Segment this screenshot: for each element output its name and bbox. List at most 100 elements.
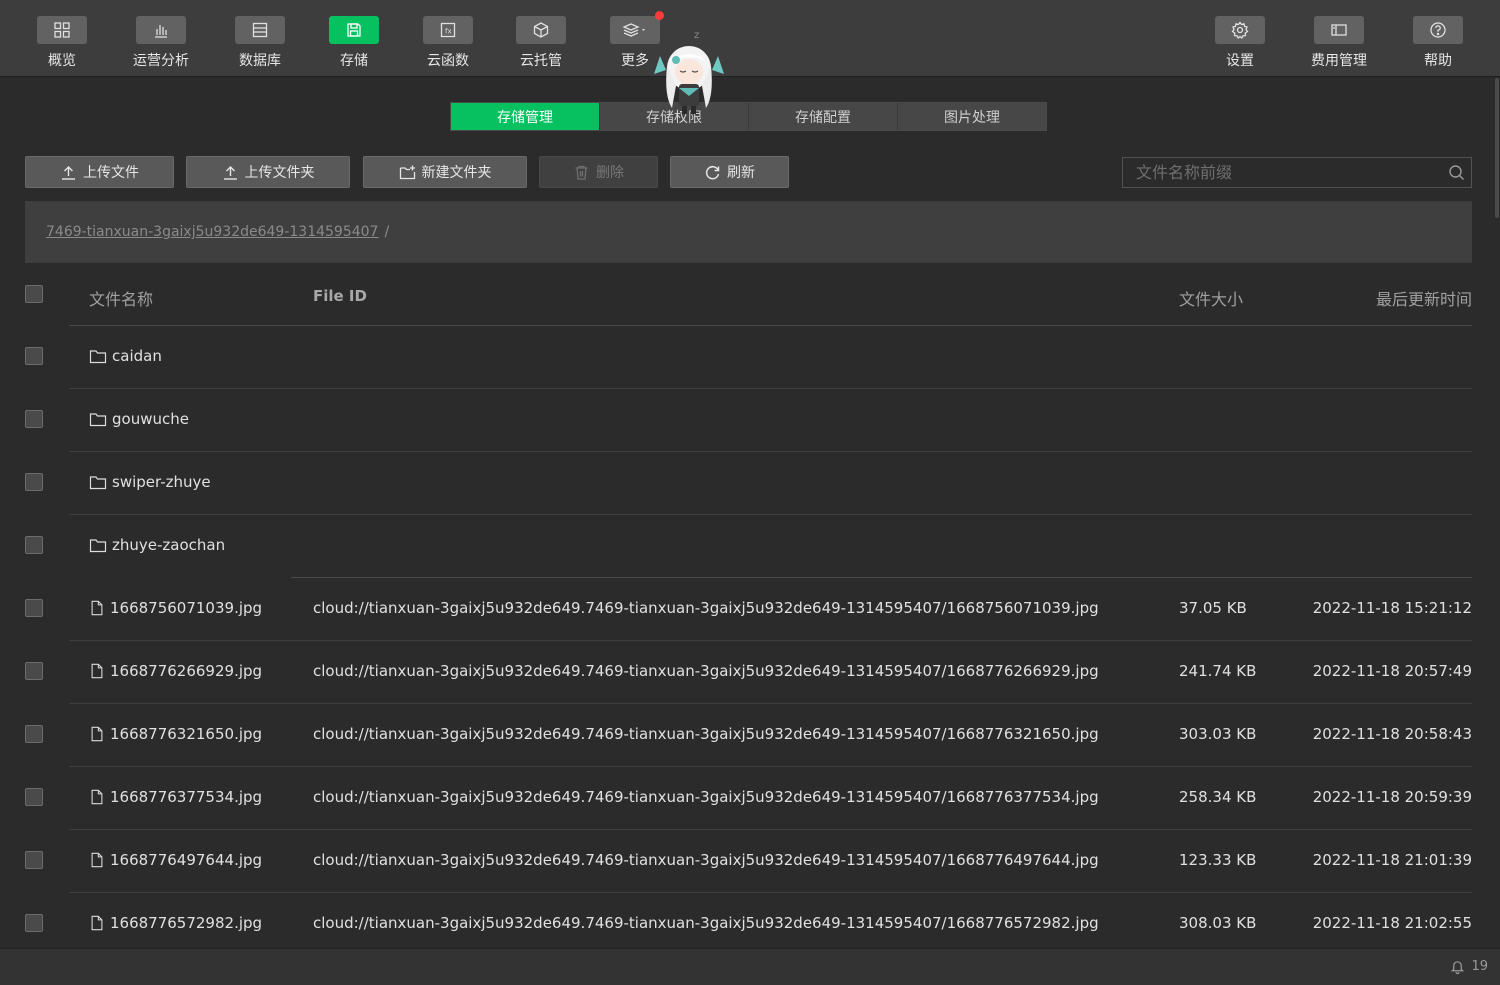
- file-updated-time: 2022-11-18 21:01:39: [1312, 851, 1472, 869]
- toolbar-analytics[interactable]: 运营分析: [116, 16, 206, 72]
- row-checkbox[interactable]: [25, 788, 43, 806]
- file-updated-time: 2022-11-18 20:57:49: [1312, 662, 1472, 680]
- row-checkbox[interactable]: [25, 851, 43, 869]
- folder-name[interactable]: swiper-zhuye: [112, 473, 211, 491]
- file-name[interactable]: 1668756071039.jpg: [110, 599, 262, 617]
- refresh-label: 刷新: [727, 165, 755, 181]
- search-input[interactable]: [1123, 158, 1441, 187]
- table-row[interactable]: zhuye-zaochan: [25, 515, 1472, 578]
- toolbar-overview[interactable]: 概览: [17, 16, 107, 72]
- file-name[interactable]: 1668776377534.jpg: [110, 788, 262, 806]
- toolbar-label: 云函数: [427, 53, 469, 69]
- row-checkbox[interactable]: [25, 662, 43, 680]
- file-name[interactable]: 1668776497644.jpg: [110, 851, 262, 869]
- toolbar-cloud-hosting[interactable]: 云托管: [496, 16, 586, 72]
- file-size: 37.05 KB: [1179, 599, 1247, 617]
- bell-icon: [1451, 961, 1465, 974]
- toolbar-help[interactable]: 帮助: [1393, 16, 1483, 72]
- file-size: 258.34 KB: [1179, 788, 1257, 806]
- table-row[interactable]: 1668776266929.jpg cloud://tianxuan-3gaix…: [25, 641, 1472, 704]
- folder-icon: [89, 350, 107, 364]
- row-checkbox[interactable]: [25, 599, 43, 617]
- file-name[interactable]: 1668776572982.jpg: [110, 914, 262, 932]
- new-folder-icon: [399, 165, 415, 179]
- file-name-cell: 1668776572982.jpg: [89, 914, 262, 932]
- delete-button[interactable]: 删除: [539, 156, 658, 188]
- file-name-cell: caidan: [89, 347, 162, 365]
- file-name-cell: zhuye-zaochan: [89, 536, 225, 554]
- file-updated-time: 2022-11-18 15:21:12: [1312, 599, 1472, 617]
- row-checkbox[interactable]: [25, 473, 43, 491]
- cube-icon: [516, 16, 566, 44]
- svg-text:z: z: [694, 30, 699, 41]
- search-icon[interactable]: [1441, 164, 1471, 181]
- file-updated-time: 2022-11-18 21:02:55: [1312, 914, 1472, 932]
- file-name-cell: 1668776266929.jpg: [89, 662, 262, 680]
- toolbar-label: 费用管理: [1311, 53, 1367, 69]
- folder-icon: [89, 413, 107, 427]
- function-icon: fx: [423, 16, 473, 44]
- delete-label: 删除: [596, 165, 624, 181]
- grid-icon: [37, 16, 87, 44]
- file-id: cloud://tianxuan-3gaixj5u932de649.7469-t…: [313, 599, 1099, 617]
- trash-icon: [575, 165, 588, 180]
- folder-name[interactable]: gouwuche: [112, 410, 189, 428]
- row-checkbox[interactable]: [25, 410, 43, 428]
- header-file-name: 文件名称: [89, 290, 154, 309]
- toolbar-database[interactable]: 数据库: [215, 16, 305, 72]
- new-folder-button[interactable]: 新建文件夹: [363, 156, 527, 188]
- header-file-id: File ID: [313, 287, 367, 305]
- table-row[interactable]: 1668756071039.jpg cloud://tianxuan-3gaix…: [25, 578, 1472, 641]
- header-updated-time: 最后更新时间: [1375, 290, 1472, 309]
- tab-storage-config[interactable]: 存储配置: [749, 103, 898, 130]
- select-all-checkbox[interactable]: [25, 285, 43, 303]
- upload-folder-button[interactable]: 上传文件夹: [186, 156, 350, 188]
- breadcrumb: 7469-tianxuan-3gaixj5u932de649-131459540…: [25, 201, 1472, 263]
- row-checkbox[interactable]: [25, 914, 43, 932]
- file-name[interactable]: 1668776321650.jpg: [110, 725, 262, 743]
- gear-icon: [1215, 16, 1265, 44]
- upload-icon: [62, 165, 75, 180]
- folder-icon: [89, 476, 107, 490]
- toolbar-settings[interactable]: 设置: [1195, 16, 1285, 72]
- file-icon: [91, 726, 103, 742]
- table-row[interactable]: gouwuche: [25, 389, 1472, 452]
- table-row[interactable]: swiper-zhuye: [25, 452, 1472, 515]
- upload-file-button[interactable]: 上传文件: [25, 156, 174, 188]
- help-icon: [1413, 16, 1463, 44]
- table-row[interactable]: 1668776497644.jpg cloud://tianxuan-3gaix…: [25, 830, 1472, 893]
- row-checkbox[interactable]: [25, 725, 43, 743]
- notifications-button[interactable]: 19: [1450, 959, 1488, 974]
- breadcrumb-root[interactable]: 7469-tianxuan-3gaixj5u932de649-131459540…: [46, 224, 378, 240]
- table-row[interactable]: 1668776377534.jpg cloud://tianxuan-3gaix…: [25, 767, 1472, 830]
- file-icon: [91, 663, 103, 679]
- tab-image-processing[interactable]: 图片处理: [898, 103, 1046, 130]
- file-name-cell: 1668756071039.jpg: [89, 599, 262, 617]
- tab-storage-management[interactable]: 存储管理: [451, 103, 600, 130]
- row-checkbox[interactable]: [25, 347, 43, 365]
- file-id: cloud://tianxuan-3gaixj5u932de649.7469-t…: [313, 788, 1099, 806]
- row-checkbox[interactable]: [25, 536, 43, 554]
- mascot-sticker[interactable]: z: [652, 26, 726, 118]
- file-name[interactable]: 1668776266929.jpg: [110, 662, 262, 680]
- table-row[interactable]: 1668776572982.jpg cloud://tianxuan-3gaix…: [25, 893, 1472, 956]
- file-size: 123.33 KB: [1179, 851, 1257, 869]
- upload-folder-label: 上传文件夹: [244, 165, 315, 181]
- folder-name[interactable]: zhuye-zaochan: [112, 536, 225, 554]
- toolbar-label: 云托管: [520, 53, 562, 69]
- table-row[interactable]: caidan: [25, 326, 1472, 389]
- file-size: 308.03 KB: [1179, 914, 1257, 932]
- file-id: cloud://tianxuan-3gaixj5u932de649.7469-t…: [313, 914, 1099, 932]
- vertical-scrollbar[interactable]: [1495, 78, 1499, 218]
- toolbar-label: 更多: [621, 53, 649, 69]
- new-folder-label: 新建文件夹: [421, 165, 492, 181]
- table-row[interactable]: 1668776321650.jpg cloud://tianxuan-3gaix…: [25, 704, 1472, 767]
- folder-name[interactable]: caidan: [112, 347, 162, 365]
- toolbar-billing[interactable]: 费用管理: [1294, 16, 1384, 72]
- database-icon: [235, 16, 285, 44]
- refresh-button[interactable]: 刷新: [670, 156, 789, 188]
- toolbar-label: 数据库: [239, 53, 281, 69]
- toolbar-cloud-functions[interactable]: fx 云函数: [403, 16, 493, 72]
- file-name-cell: gouwuche: [89, 410, 189, 428]
- toolbar-storage[interactable]: 存储: [309, 16, 399, 72]
